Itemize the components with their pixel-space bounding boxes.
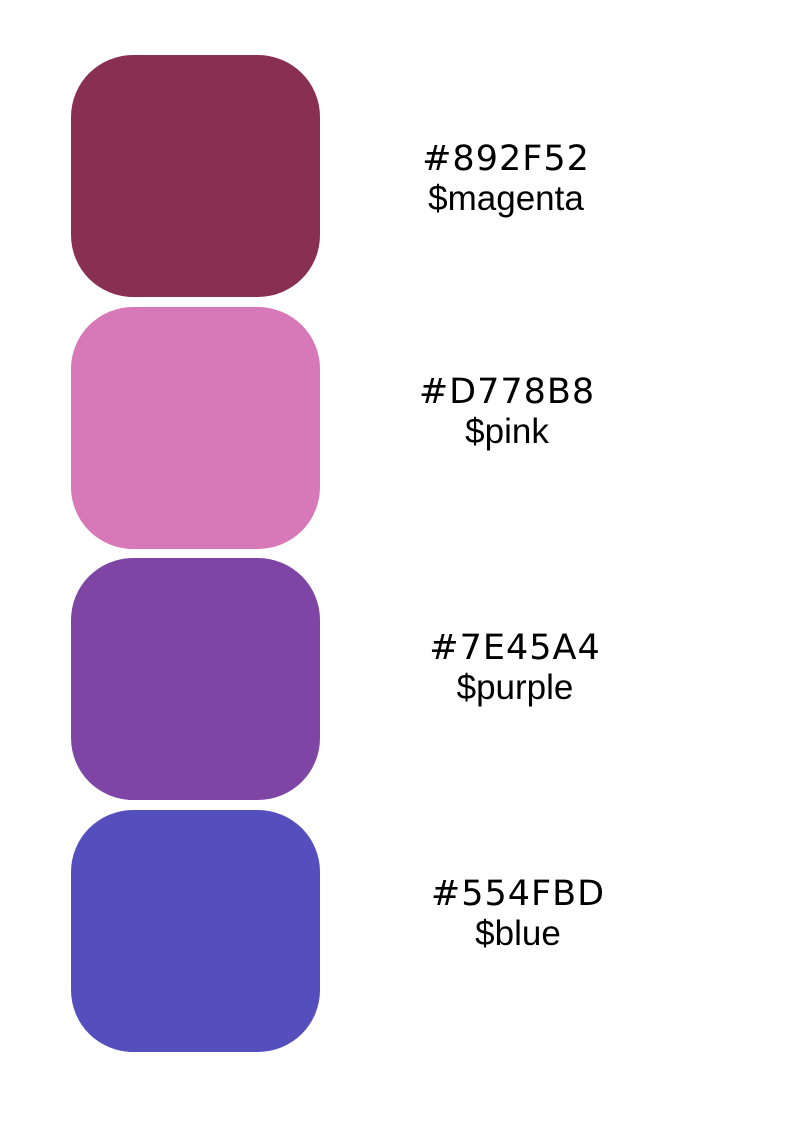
swatch-row-purple: #7E45A4 $purple <box>0 558 794 800</box>
variable-name: $purple <box>456 668 574 707</box>
variable-name: $pink <box>465 412 549 451</box>
color-swatch-magenta <box>71 55 320 297</box>
swatch-row-blue: #554FBD $blue <box>0 810 794 1052</box>
hex-code: #D778B8 <box>418 372 596 412</box>
color-swatch-pink <box>71 307 320 549</box>
hex-code: #554FBD <box>430 874 606 914</box>
swatch-row-pink: #D778B8 $pink <box>0 307 794 549</box>
color-swatch-purple <box>71 558 320 800</box>
swatch-label-purple: #7E45A4 $purple <box>385 628 645 708</box>
hex-code: #7E45A4 <box>429 628 601 668</box>
variable-name: $magenta <box>428 179 584 218</box>
swatch-label-pink: #D778B8 $pink <box>377 372 637 452</box>
color-palette-page: { "swatches": [ { "hex": "#892F52", "nam… <box>0 0 794 1123</box>
swatch-label-blue: #554FBD $blue <box>388 874 648 954</box>
variable-name: $blue <box>475 914 561 953</box>
color-swatch-blue <box>71 810 320 1052</box>
hex-code: #892F52 <box>422 139 590 179</box>
swatch-label-magenta: #892F52 $magenta <box>376 139 636 219</box>
swatch-row-magenta: #892F52 $magenta <box>0 55 794 297</box>
